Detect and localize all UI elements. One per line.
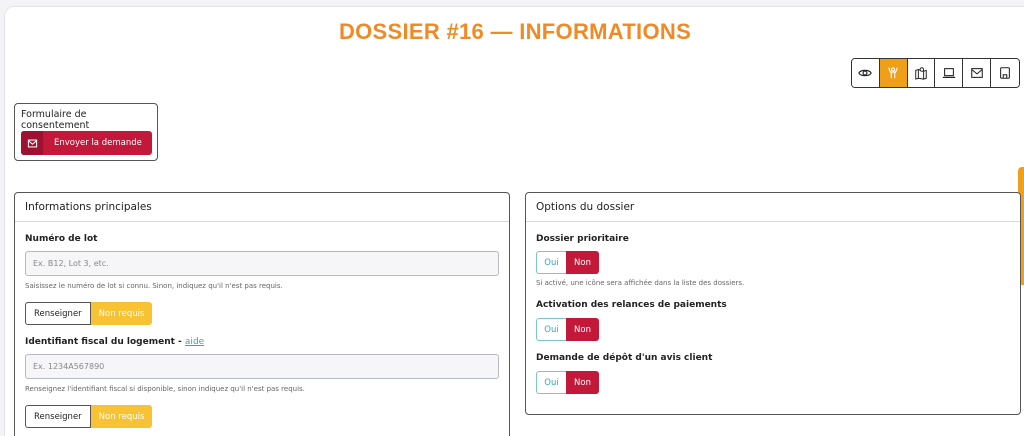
priority-no-button[interactable]: Non — [566, 251, 599, 274]
client-review-label: Demande de dépôt d'un avis client — [536, 353, 713, 363]
toolbar-map-button[interactable] — [907, 59, 936, 87]
lot-not-required-button[interactable]: Non requis — [90, 302, 153, 325]
priority-hint: Si activé, une icône sera affichée dans … — [536, 279, 745, 287]
fiscal-not-required-button[interactable]: Non requis — [90, 405, 153, 428]
priority-toggle: Oui Non — [536, 251, 599, 274]
laptop-icon — [942, 68, 956, 78]
page-container: DOSSIER #16 — INFORMATIONS Formulaire de… — [4, 6, 1024, 436]
client-review-toggle: Oui Non — [536, 371, 599, 394]
payment-reminders-yes-button[interactable]: Oui — [536, 318, 566, 341]
mail-icon — [970, 68, 983, 78]
lot-number-choice: Renseigner Non requis — [25, 302, 153, 325]
fiscal-id-choice: Renseigner Non requis — [25, 405, 153, 428]
toolbar-document-button[interactable] — [991, 59, 1019, 87]
options-title: Options du dossier — [526, 193, 1020, 222]
priority-yes-button[interactable]: Oui — [536, 251, 566, 274]
options-panel: Options du dossier Dossier prioritaire O… — [525, 192, 1021, 415]
lot-number-label: Numéro de lot — [25, 234, 98, 244]
client-review-yes-button[interactable]: Oui — [536, 371, 566, 394]
send-request-label: Envoyer la demande — [54, 138, 142, 148]
fiscal-id-input[interactable]: Ex. 1234A567890 — [25, 354, 499, 379]
payment-reminders-label: Activation des relances de paiements — [536, 300, 727, 310]
toolbar-mail-button[interactable] — [963, 59, 992, 87]
payment-reminders-toggle: Oui Non — [536, 318, 599, 341]
main-info-panel: Informations principales Numéro de lot E… — [14, 192, 510, 436]
priority-label: Dossier prioritaire — [536, 234, 629, 244]
client-review-no-button[interactable]: Non — [566, 371, 599, 394]
fiscal-id-hint: Renseignez l'identifiant fiscal si dispo… — [25, 385, 305, 393]
lot-fill-button[interactable]: Renseigner — [25, 302, 91, 325]
send-request-button[interactable]: Envoyer la demande — [21, 131, 152, 155]
toolbar-laptop-button[interactable] — [935, 59, 964, 87]
person-raise-hands-icon — [888, 67, 899, 79]
toolbar-eye-button[interactable] — [852, 59, 880, 87]
main-info-title: Informations principales — [15, 193, 509, 222]
fiscal-id-label: Identifiant fiscal du logement - aide — [25, 337, 204, 347]
map-pin-icon — [915, 67, 927, 80]
payment-reminders-no-button[interactable]: Non — [566, 318, 599, 341]
eye-icon — [858, 69, 873, 77]
view-toolbar — [851, 58, 1020, 88]
consent-form-card: Formulaire de consentement Envoyer la de… — [14, 103, 158, 161]
toolbar-people-button[interactable] — [879, 59, 908, 87]
consent-card-title: Formulaire de consentement — [21, 109, 90, 131]
page-title: DOSSIER #16 — INFORMATIONS — [338, 19, 692, 44]
fiscal-fill-button[interactable]: Renseigner — [25, 405, 91, 428]
mail-icon — [21, 131, 43, 155]
fiscal-id-label-text: Identifiant fiscal du logement - — [25, 337, 185, 347]
lot-number-hint: Saisissez le numéro de lot si connu. Sin… — [25, 282, 283, 290]
document-icon — [1000, 67, 1010, 79]
fiscal-help-link[interactable]: aide — [185, 337, 204, 347]
lot-number-input[interactable]: Ex. B12, Lot 3, etc. — [25, 251, 499, 276]
